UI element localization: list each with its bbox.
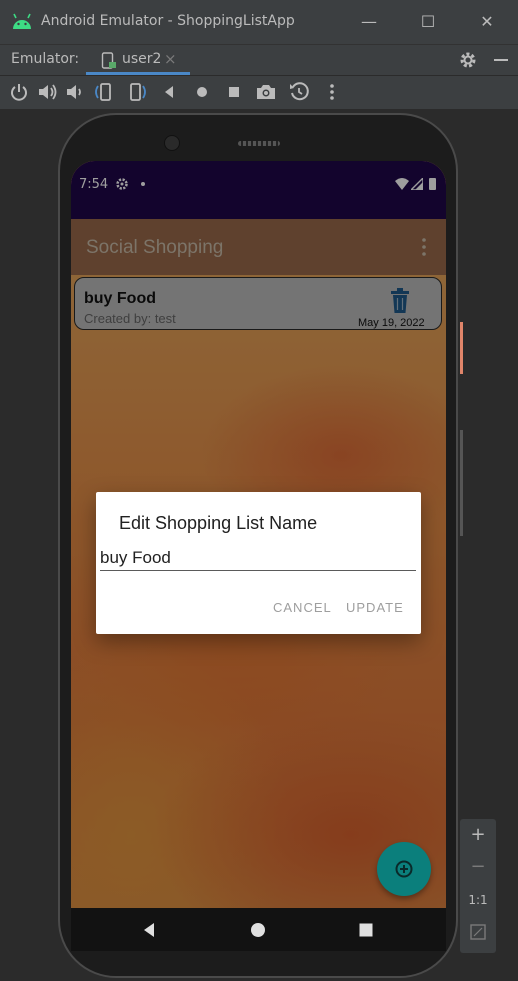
emulator-tab-bar: Emulator: user2 × xyxy=(0,44,518,75)
add-list-fab[interactable] xyxy=(377,842,431,896)
back-icon[interactable] xyxy=(157,80,181,104)
device-icon xyxy=(101,52,116,69)
emulator-label: Emulator: xyxy=(11,51,80,67)
android-icon xyxy=(13,13,31,29)
side-key-highlight xyxy=(460,322,463,374)
gear-icon[interactable] xyxy=(458,50,478,70)
zoom-one-to-one-button[interactable]: 1:1 xyxy=(460,885,496,915)
edit-list-dialog: Edit Shopping List Name CANCEL UPDATE xyxy=(96,492,421,634)
volume-up-icon[interactable] xyxy=(35,80,59,104)
close-window-button[interactable]: ✕ xyxy=(475,10,499,34)
volume-down-icon[interactable] xyxy=(62,80,86,104)
power-icon[interactable] xyxy=(7,80,31,104)
emulator-toolbar xyxy=(0,75,518,110)
list-name-input[interactable] xyxy=(100,546,416,571)
front-camera xyxy=(164,135,180,151)
maximize-button[interactable]: ☐ xyxy=(416,10,440,34)
cancel-button[interactable]: CANCEL xyxy=(273,600,332,615)
side-key xyxy=(460,430,463,536)
tab-user2[interactable]: user2 × xyxy=(86,45,190,75)
navigation-bar xyxy=(71,908,446,951)
rotate-left-icon[interactable] xyxy=(91,80,115,104)
add-circle-icon xyxy=(395,860,413,878)
earpiece xyxy=(238,141,280,146)
hide-icon[interactable] xyxy=(492,51,510,69)
zoom-panel: + − 1:1 xyxy=(460,819,496,953)
fit-screen-icon[interactable] xyxy=(469,923,487,941)
nav-recents-icon[interactable] xyxy=(358,922,374,938)
tab-user2-label: user2 xyxy=(122,51,162,67)
minimize-button[interactable]: — xyxy=(357,10,381,34)
zoom-in-button[interactable]: + xyxy=(460,820,496,850)
rotate-right-icon[interactable] xyxy=(126,80,150,104)
home-icon[interactable] xyxy=(190,80,214,104)
window-title-bar: Android Emulator - ShoppingListApp — ☐ ✕ xyxy=(0,0,518,44)
zoom-out-button[interactable]: − xyxy=(460,852,496,882)
window-title: Android Emulator - ShoppingListApp xyxy=(41,13,295,29)
nav-home-icon[interactable] xyxy=(250,922,266,938)
nav-back-icon[interactable] xyxy=(141,922,157,938)
snapshot-icon[interactable] xyxy=(287,80,311,104)
overview-icon[interactable] xyxy=(222,80,246,104)
update-button[interactable]: UPDATE xyxy=(346,600,404,615)
more-icon[interactable] xyxy=(320,80,344,104)
camera-icon[interactable] xyxy=(254,80,278,104)
dialog-title: Edit Shopping List Name xyxy=(119,513,318,533)
tab-close-icon[interactable]: × xyxy=(164,50,177,68)
